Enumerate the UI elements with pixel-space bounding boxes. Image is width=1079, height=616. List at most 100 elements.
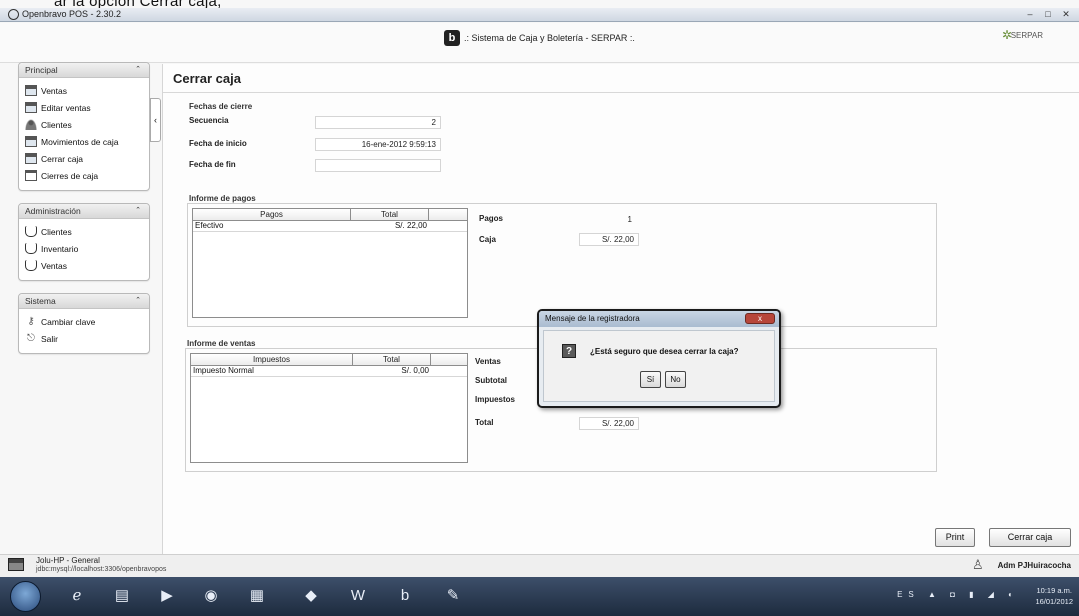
fecha-fin-field: [315, 159, 441, 172]
page-title: Cerrar caja: [173, 71, 241, 86]
chrome-icon[interactable]: ◉: [196, 582, 226, 610]
window-titlebar: Openbravo POS - 2.30.2 – □ ✕: [0, 8, 1079, 22]
window-icon: [25, 85, 37, 96]
brand-label: SERPAR: [1010, 31, 1043, 40]
panel-title-principal: Principal: [25, 65, 58, 75]
sidebar-collapse-button[interactable]: ‹: [150, 98, 161, 142]
cerrar-caja-button[interactable]: Cerrar caja: [989, 528, 1071, 547]
nav-item-cambiar-clave[interactable]: ⚷ Cambiar clave: [25, 313, 145, 330]
folder-icon: [25, 260, 37, 271]
print-button[interactable]: Print: [935, 528, 975, 547]
system-title: .: Sistema de Caja y Boletería - SERPAR …: [464, 33, 635, 43]
panel-title-administracion: Administración: [25, 206, 81, 216]
table-header: Pagos Total: [193, 209, 467, 221]
table-cell: S/. 22,00: [394, 221, 427, 230]
table-cell: Impuesto Normal: [193, 366, 254, 375]
nav-item-editar-ventas[interactable]: Editar ventas: [25, 99, 145, 116]
nav-item-ventas[interactable]: Ventas: [25, 82, 145, 99]
status-admin: Adm PJHuiracocha: [997, 561, 1071, 570]
app-header: b .: Sistema de Caja y Boletería - SERPA…: [0, 23, 1079, 63]
panel-sistema: Sistema ⌃ ⚷ Cambiar clave ⎋ Salir: [18, 293, 150, 354]
explorer-icon[interactable]: ▤: [107, 582, 137, 610]
network-icon[interactable]: ▦: [242, 582, 272, 610]
collapse-icon[interactable]: ⌃: [133, 296, 143, 306]
pagos-table[interactable]: Pagos Total Efectivo S/. 22,00: [192, 208, 468, 318]
divider: [163, 92, 1079, 93]
exit-icon: ⎋: [27, 333, 35, 344]
column-header[interactable]: Pagos: [193, 209, 351, 220]
pagos-count-label: Pagos: [479, 214, 504, 223]
sidebar: Principal ⌃ Ventas Editar ventas Cliente…: [18, 62, 150, 366]
panel-administracion: Administración ⌃ Clientes Inventario Ven…: [18, 203, 150, 281]
word-icon[interactable]: W: [343, 582, 373, 610]
total-label: Total: [475, 418, 494, 427]
start-button[interactable]: [10, 581, 41, 612]
status-user: Jolu-HP - General: [36, 556, 100, 565]
panel-title-sistema: Sistema: [25, 296, 56, 306]
nav-item-inventario[interactable]: Inventario: [25, 240, 145, 257]
key-icon: ⚷: [27, 316, 35, 327]
pagos-count-value: 1: [627, 215, 632, 224]
table-row[interactable]: Impuesto Normal S/. 0,00: [191, 366, 467, 377]
status-bar: Jolu-HP - General jdbc:mysql://localhost…: [0, 554, 1079, 577]
clock-time: 10:19 a.m.: [1036, 586, 1072, 595]
ie-icon[interactable]: ℯ: [62, 582, 92, 610]
table-cell: Efectivo: [195, 221, 224, 230]
dialog-message: ¿Está seguro que desea cerrar la caja?: [590, 347, 739, 356]
window-icon: [25, 102, 37, 113]
panel-principal: Principal ⌃ Ventas Editar ventas Cliente…: [18, 62, 150, 191]
nav-item-admin-ventas[interactable]: Ventas: [25, 257, 145, 274]
app-icon[interactable]: ◆: [296, 582, 326, 610]
paint-icon[interactable]: ✎: [438, 582, 468, 610]
close-window-button[interactable]: ✕: [1059, 8, 1073, 20]
dialog-close-button[interactable]: x: [745, 313, 775, 324]
total-value: S/. 22,00: [579, 417, 639, 430]
media-player-icon[interactable]: ▶: [152, 582, 182, 610]
yes-button[interactable]: Sí: [640, 371, 661, 388]
nav-item-salir[interactable]: ⎋ Salir: [25, 330, 145, 347]
ventas-legend: Informe de ventas: [187, 339, 256, 348]
nav-item-movimientos[interactable]: Movimientos de caja: [25, 133, 145, 150]
nav-item-cerrar-caja[interactable]: Cerrar caja: [25, 150, 145, 167]
fecha-inicio-field: 16-ene-2012 9:59:13: [315, 138, 441, 151]
nav-item-cierres-caja[interactable]: Cierres de caja: [25, 167, 145, 184]
window-title: Openbravo POS - 2.30.2: [22, 9, 122, 19]
openbravo-icon: [8, 9, 19, 20]
ventas-label: Ventas: [475, 357, 501, 366]
confirm-dialog: Mensaje de la registradora x ? ¿Está seg…: [537, 309, 781, 408]
computer-icon: [8, 558, 24, 571]
column-header[interactable]: Impuestos: [191, 354, 353, 365]
secuencia-field: 2: [315, 116, 441, 129]
clock-date: 16/01/2012: [1035, 597, 1073, 606]
table-cell: S/. 0,00: [401, 366, 429, 375]
people-icon: [25, 119, 37, 130]
fechas-legend: Fechas de cierre: [189, 102, 253, 111]
question-icon: ?: [562, 344, 576, 358]
collapse-icon[interactable]: ⌃: [133, 206, 143, 216]
subtotal-label: Subtotal: [475, 376, 507, 385]
caja-label: Caja: [479, 235, 496, 244]
ventas-table[interactable]: Impuestos Total Impuesto Normal S/. 0,00: [190, 353, 468, 463]
folder-icon: [25, 226, 37, 237]
minimize-button[interactable]: –: [1023, 8, 1037, 20]
pagos-legend: Informe de pagos: [189, 194, 256, 203]
table-row[interactable]: Efectivo S/. 22,00: [193, 221, 467, 232]
column-header[interactable]: Total: [351, 209, 429, 220]
nav-item-clientes[interactable]: Clientes: [25, 116, 145, 133]
maximize-button[interactable]: □: [1041, 8, 1055, 20]
impuestos-label: Impuestos: [475, 395, 516, 404]
user-icon: ♙: [972, 557, 984, 572]
app-logo-icon: b: [444, 30, 460, 46]
taskbar: ℯ ▤ ▶ ◉ ▦ ◆ W b ✎ ES ▲ ◘ ▮ ◢ ◐ 10:19 a.m…: [0, 577, 1079, 616]
system-tray[interactable]: ES ▲ ◘ ▮ ◢ ◐: [897, 590, 1019, 599]
column-header[interactable]: Total: [353, 354, 431, 365]
fecha-fin-label: Fecha de fin: [189, 160, 236, 169]
no-button[interactable]: No: [665, 371, 686, 388]
collapse-icon[interactable]: ⌃: [133, 65, 143, 75]
nav-item-admin-clientes[interactable]: Clientes: [25, 223, 145, 240]
dialog-title: Mensaje de la registradora: [545, 314, 640, 323]
status-connection: jdbc:mysql://localhost:3306/openbravopos: [36, 566, 167, 573]
openbravo-taskbar-icon[interactable]: b: [390, 582, 420, 610]
table-header: Impuestos Total: [191, 354, 467, 366]
clock[interactable]: 10:19 a.m. 16/01/2012: [1035, 585, 1073, 607]
